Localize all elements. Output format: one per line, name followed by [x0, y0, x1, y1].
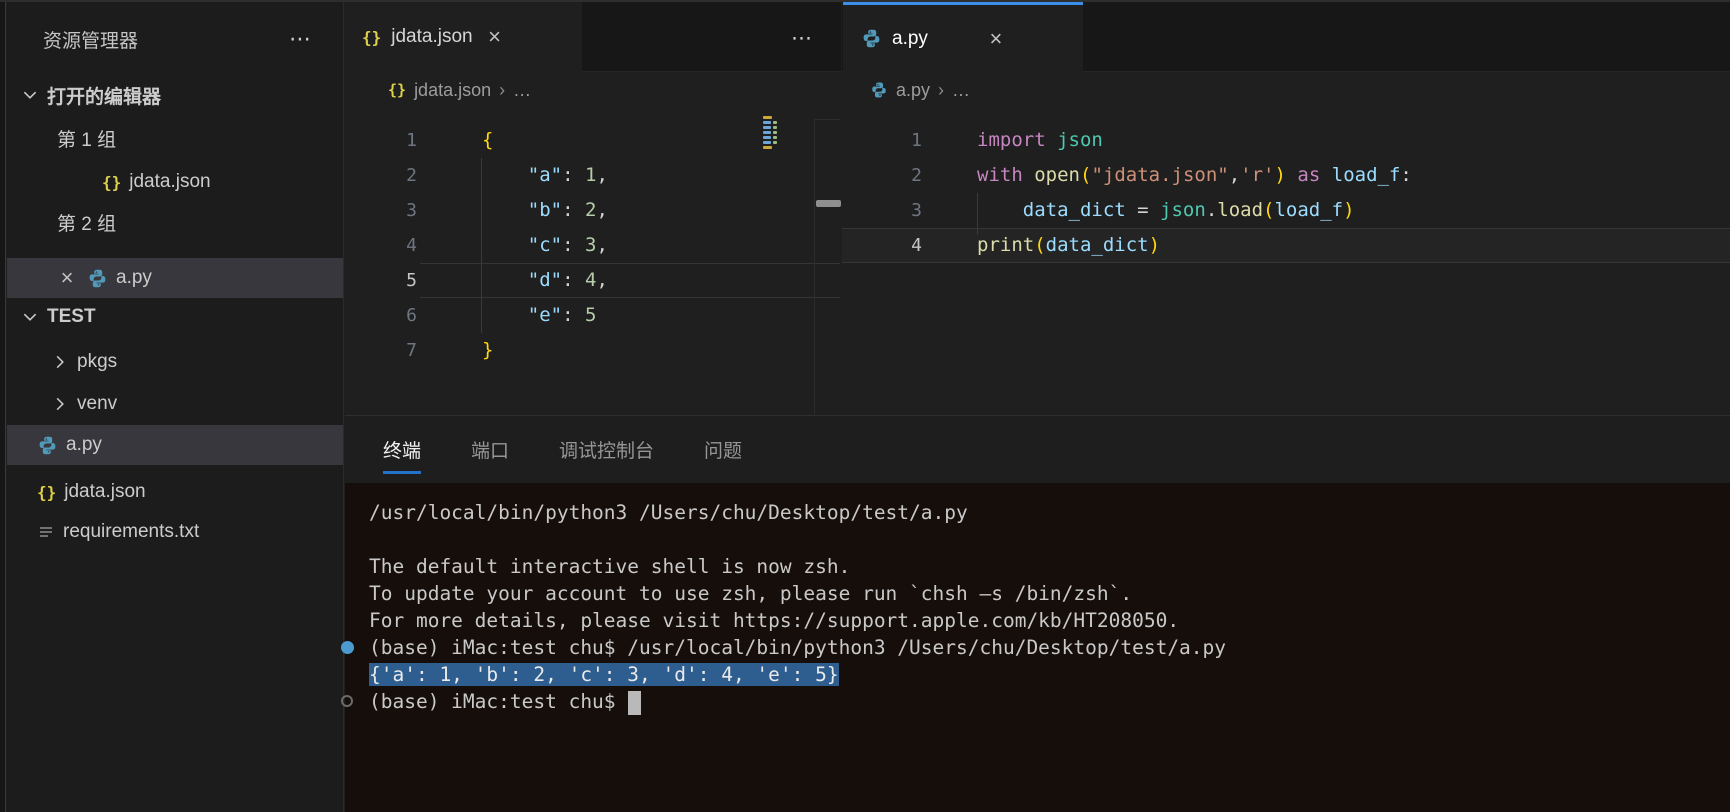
breadcrumb-separator: ›: [499, 79, 506, 100]
tree-folder-pkgs[interactable]: pkgs: [7, 342, 343, 382]
line-number: 1: [911, 130, 922, 151]
line-number: 7: [406, 340, 417, 361]
editor-group-json: {} jdata.json × ⋯ {} jdata.json › … 1{2 …: [344, 2, 841, 414]
line-number: 1: [406, 130, 417, 151]
terminal-line: For more details, please visit https://s…: [369, 609, 1180, 632]
line-number: 5: [406, 270, 417, 291]
breadcrumb[interactable]: a.py › …: [842, 72, 1730, 108]
terminal-cursor: [628, 690, 642, 715]
scrollbar-thumb[interactable]: [816, 200, 841, 207]
close-icon[interactable]: ×: [984, 26, 1008, 52]
text-file-icon: [37, 523, 55, 541]
json-file-icon: {}: [362, 27, 382, 47]
activity-bar-edge: [0, 2, 6, 812]
breadcrumb-separator: ›: [938, 79, 945, 100]
explorer-more-actions-icon[interactable]: ⋯: [289, 26, 313, 52]
chevron-right-icon: [51, 395, 69, 413]
line-number: 2: [406, 165, 417, 186]
line-number: 6: [406, 305, 417, 326]
terminal-line: The default interactive shell is now zsh…: [369, 555, 851, 578]
panel-tab-bar: 终端 端口 调试控制台 问题: [345, 416, 1730, 483]
chevron-down-icon: [21, 86, 39, 104]
tree-file-jdata-json[interactable]: {} jdata.json: [7, 472, 343, 512]
code-line[interactable]: 3 "b": 2,: [344, 193, 841, 228]
python-file-icon: [37, 435, 58, 456]
code-line[interactable]: 7}: [344, 333, 841, 368]
code-line[interactable]: 5 "d": 4,: [344, 263, 841, 298]
tab-bar: a.py ×: [842, 2, 1730, 72]
close-icon[interactable]: ×: [483, 24, 507, 50]
code-line[interactable]: 2 with open("jdata.json",'r') as load_f:: [842, 158, 1730, 193]
terminal-output: /usr/local/bin/python3 /Users/chu/Deskto…: [341, 499, 1730, 715]
terminal-line: To update your account to use zsh, pleas…: [369, 582, 1133, 605]
command-success-icon[interactable]: [341, 641, 354, 654]
close-icon[interactable]: ×: [55, 265, 79, 291]
chevron-right-icon: [51, 353, 69, 371]
breadcrumb[interactable]: {} jdata.json › …: [344, 72, 841, 108]
editor-group-python: a.py × a.py › … 1 import json 2 with open("…: [842, 2, 1730, 414]
explorer-sidebar: 资源管理器 ⋯ 打开的编辑器 第 1 组 {} jdata.json 第 2 组…: [7, 2, 344, 812]
minimap[interactable]: [763, 116, 793, 151]
line-number: 2: [911, 165, 922, 186]
line-number: 3: [911, 200, 922, 221]
line-number: 4: [406, 235, 417, 256]
tree-file-a-py[interactable]: a.py: [7, 425, 343, 465]
line-number: 4: [911, 235, 922, 256]
explorer-title: 资源管理器: [43, 30, 139, 52]
code-line[interactable]: 1 import json: [842, 123, 1730, 158]
chevron-down-icon: [21, 308, 39, 326]
terminal[interactable]: /usr/local/bin/python3 /Users/chu/Deskto…: [341, 483, 1730, 812]
json-code-area[interactable]: 1{2 "a": 1, 3 "b": 2, 4 "c": 3, 5 "d": 4, 6 …: [344, 123, 841, 368]
tabbar-more-actions-icon[interactable]: ⋯: [791, 26, 815, 51]
tree-folder-venv[interactable]: venv: [7, 384, 343, 424]
python-file-icon: [870, 81, 888, 99]
overview-ruler: [814, 119, 841, 414]
code-line[interactable]: 4 "c": 3,: [344, 228, 841, 263]
code-line[interactable]: 3 data_dict = json.load(load_f): [842, 193, 1730, 228]
json-file-icon: {}: [388, 81, 407, 99]
code-line[interactable]: 6 "e": 5: [344, 298, 841, 333]
panel-tab-terminal[interactable]: 终端: [383, 416, 422, 483]
python-file-icon: [87, 268, 108, 289]
tree-root-test[interactable]: TEST: [7, 297, 343, 337]
bottom-panel: 终端 端口 调试控制台 问题 /usr/local/bin/python3 /U…: [341, 415, 1730, 812]
json-file-icon: {}: [102, 172, 122, 192]
code-line[interactable]: 4 print(data_dict): [842, 228, 1730, 263]
tree-file-requirements-txt[interactable]: requirements.txt: [7, 512, 343, 552]
open-editors-header[interactable]: 打开的编辑器: [7, 75, 343, 115]
python-file-icon: [861, 28, 882, 49]
code-line[interactable]: 2 "a": 1,: [344, 158, 841, 193]
editor-group-2-label: 第 2 组: [57, 213, 117, 235]
terminal-line: (base) iMac:test chu$: [341, 688, 1730, 715]
vscode-window: 资源管理器 ⋯ 打开的编辑器 第 1 组 {} jdata.json 第 2 组…: [0, 0, 1730, 812]
json-file-icon: {}: [37, 482, 57, 502]
panel-tab-problems[interactable]: 问题: [704, 416, 742, 483]
terminal-line: (base) iMac:test chu$ /usr/local/bin/pyt…: [341, 634, 1730, 661]
editor-group-1-label: 第 1 组: [57, 129, 117, 151]
tab-jdata-json[interactable]: {} jdata.json ×: [344, 2, 582, 72]
line-number: 3: [406, 200, 417, 221]
panel-tab-debug-console[interactable]: 调试控制台: [559, 416, 654, 483]
panel-tab-ports[interactable]: 端口: [471, 416, 509, 483]
python-code-area[interactable]: 1 import json 2 with open("jdata.json",'r')…: [842, 123, 1730, 263]
command-pending-icon[interactable]: [341, 695, 353, 707]
explorer-title-row: 资源管理器 ⋯: [7, 19, 343, 59]
open-editor-item-a-py[interactable]: × a.py: [7, 258, 343, 298]
terminal-line: {'a': 1, 'b': 2, 'c': 3, 'd': 4, 'e': 5}: [369, 663, 839, 686]
breadcrumb-more: …: [952, 79, 971, 100]
tab-bar: {} jdata.json × ⋯: [344, 2, 841, 72]
tab-a-py[interactable]: a.py ×: [843, 2, 1083, 72]
terminal-line: /usr/local/bin/python3 /Users/chu/Deskto…: [369, 501, 968, 524]
breadcrumb-more: …: [513, 79, 532, 100]
open-editor-item-jdata-json[interactable]: {} jdata.json: [7, 162, 343, 202]
